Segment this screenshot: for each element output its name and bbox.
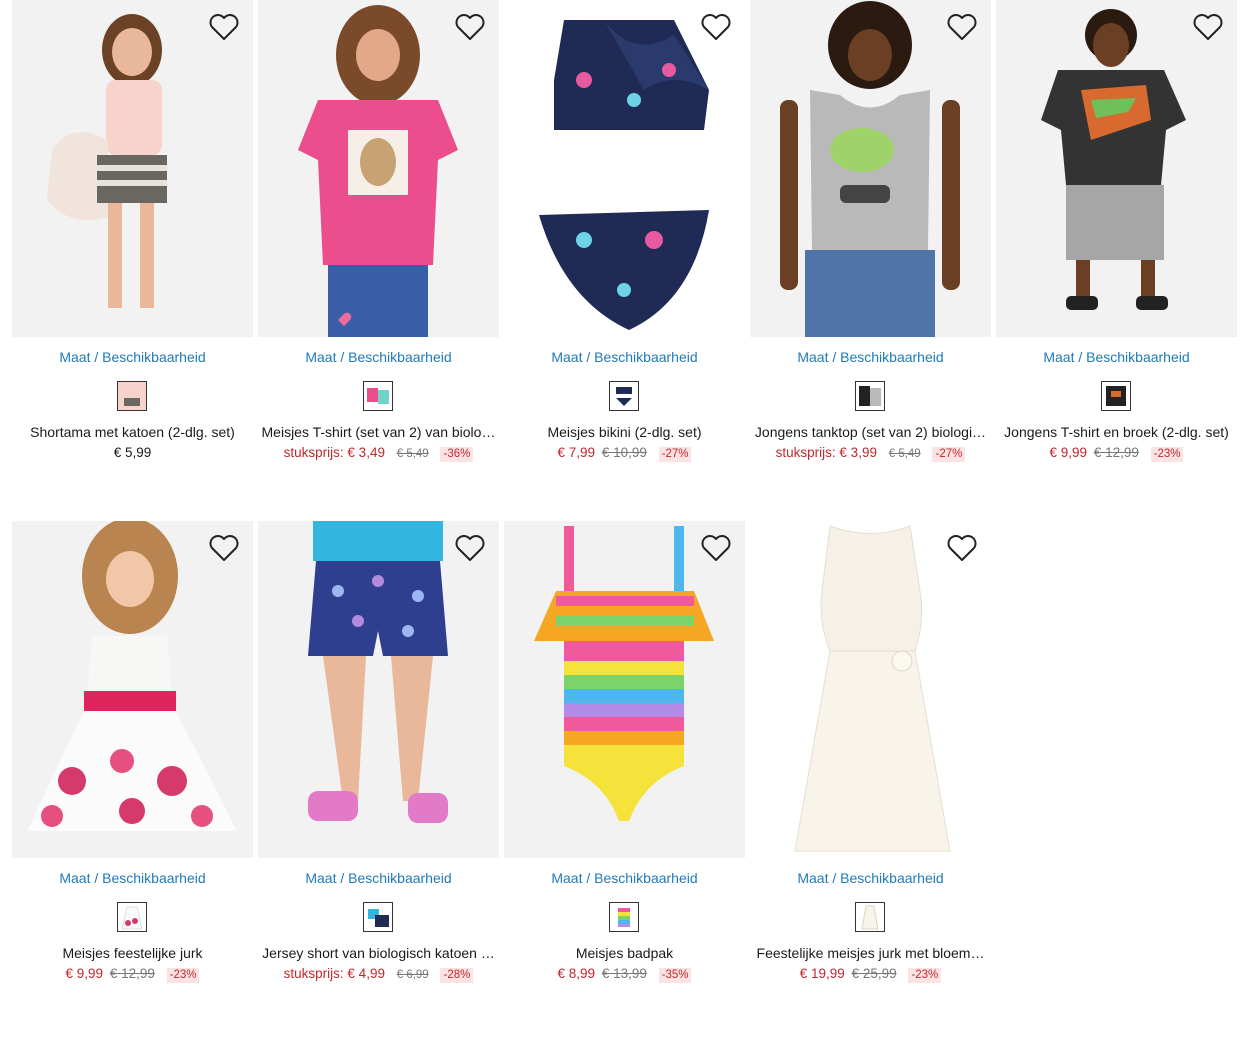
current-price: € 3,49: [347, 445, 385, 460]
product-title[interactable]: Jersey short van biologisch katoen …: [254, 945, 503, 961]
heart-icon[interactable]: [207, 10, 241, 44]
product-price: € 5,99: [12, 445, 253, 460]
unit-price-label: stuksprijs:: [283, 966, 344, 981]
current-price: € 9,99: [65, 966, 104, 981]
color-swatch[interactable]: [609, 381, 639, 411]
product-title[interactable]: Feestelijke meisjes jurk met bloem…: [746, 945, 995, 961]
current-price: € 5,99: [113, 445, 152, 460]
product-card[interactable]: Maat / Beschikbaarheid Meisjes T-shirt (…: [258, 0, 499, 490]
size-availability-link[interactable]: Maat / Beschikbaarheid: [750, 349, 991, 365]
product-price: € 9,99 € 12,99 -23%: [996, 445, 1237, 462]
product-image-shortama[interactable]: [12, 0, 253, 337]
product-title[interactable]: Shortama met katoen (2-dlg. set): [8, 424, 257, 440]
size-availability-link[interactable]: Maat / Beschikbaarheid: [504, 349, 745, 365]
current-price: € 8,99: [557, 966, 596, 981]
product-title[interactable]: Jongens tanktop (set van 2) biologi…: [746, 424, 995, 440]
product-title[interactable]: Meisjes T-shirt (set van 2) van biolo…: [254, 424, 503, 440]
size-availability-link[interactable]: Maat / Beschikbaarheid: [504, 870, 745, 886]
color-swatch[interactable]: [363, 381, 393, 411]
discount-badge: -23%: [166, 968, 200, 983]
product-card[interactable]: Maat / Beschikbaarheid Shortama met kato…: [12, 0, 253, 490]
product-price: € 7,99 € 10,99 -27%: [504, 445, 745, 462]
heart-icon[interactable]: [1191, 10, 1225, 44]
product-card[interactable]: Maat / Beschikbaarheid Meisjes badpak € …: [504, 521, 745, 1011]
product-title[interactable]: Jongens T-shirt en broek (2-dlg. set): [992, 424, 1241, 440]
product-image-badpak[interactable]: [504, 521, 745, 858]
old-price: € 6,99: [396, 969, 429, 981]
product-image-tanktop[interactable]: [750, 0, 991, 337]
old-price: € 10,99: [601, 445, 647, 460]
product-card[interactable]: Maat / Beschikbaarheid Jongens T-shirt e…: [996, 0, 1237, 490]
heart-icon[interactable]: [453, 10, 487, 44]
old-price: € 12,99: [109, 966, 155, 981]
product-price: € 8,99 € 13,99 -35%: [504, 966, 745, 983]
discount-badge: -23%: [1150, 447, 1184, 462]
current-price: € 4,99: [347, 966, 385, 981]
heart-icon[interactable]: [207, 531, 241, 565]
current-price: € 7,99: [557, 445, 596, 460]
discount-badge: -35%: [658, 968, 692, 983]
old-price: € 25,99: [851, 966, 897, 981]
product-title[interactable]: Meisjes feestelijke jurk: [8, 945, 257, 961]
size-availability-link[interactable]: Maat / Beschikbaarheid: [12, 349, 253, 365]
heart-icon[interactable]: [453, 531, 487, 565]
product-image-bikini[interactable]: [504, 0, 745, 337]
size-availability-link[interactable]: Maat / Beschikbaarheid: [996, 349, 1237, 365]
heart-icon[interactable]: [699, 531, 733, 565]
current-price: € 19,99: [799, 966, 845, 981]
size-availability-link[interactable]: Maat / Beschikbaarheid: [750, 870, 991, 886]
current-price: € 3,99: [839, 445, 877, 460]
product-card[interactable]: Maat / Beschikbaarheid Jongens tanktop (…: [750, 0, 991, 490]
unit-price-label: stuksprijs:: [775, 445, 836, 460]
old-price: € 5,49: [888, 448, 921, 460]
heart-icon[interactable]: [945, 531, 979, 565]
color-swatch[interactable]: [855, 902, 885, 932]
product-image-feestelijke-jurk[interactable]: [12, 521, 253, 858]
product-price: stuksprijs: € 4,99 € 6,99 -28%: [258, 966, 499, 983]
unit-price-label: stuksprijs:: [283, 445, 344, 460]
color-swatch[interactable]: [363, 902, 393, 932]
discount-badge: -27%: [932, 447, 966, 462]
color-swatch[interactable]: [855, 381, 885, 411]
product-card[interactable]: Maat / Beschikbaarheid Meisjes bikini (2…: [504, 0, 745, 490]
color-swatch[interactable]: [117, 902, 147, 932]
current-price: € 9,99: [1049, 445, 1088, 460]
product-price: € 19,99 € 25,99 -23%: [750, 966, 991, 983]
product-image-meisjes-jurk-bloem[interactable]: [750, 521, 991, 858]
product-card[interactable]: Maat / Beschikbaarheid Meisjes feestelij…: [12, 521, 253, 1011]
discount-badge: -23%: [908, 968, 942, 983]
product-price: stuksprijs: € 3,49 € 5,49 -36%: [258, 445, 499, 462]
discount-badge: -27%: [658, 447, 692, 462]
old-price: € 12,99: [1093, 445, 1139, 460]
size-availability-link[interactable]: Maat / Beschikbaarheid: [12, 870, 253, 886]
product-image-meisjes-tshirt[interactable]: [258, 0, 499, 337]
color-swatch[interactable]: [1101, 381, 1131, 411]
product-image-tshirt-broek[interactable]: [996, 0, 1237, 337]
heart-icon[interactable]: [945, 10, 979, 44]
discount-badge: -28%: [440, 968, 474, 983]
color-swatch[interactable]: [117, 381, 147, 411]
product-image-jersey-short[interactable]: [258, 521, 499, 858]
size-availability-link[interactable]: Maat / Beschikbaarheid: [258, 349, 499, 365]
size-availability-link[interactable]: Maat / Beschikbaarheid: [258, 870, 499, 886]
product-title[interactable]: Meisjes badpak: [500, 945, 749, 961]
old-price: € 5,49: [396, 448, 429, 460]
color-swatch[interactable]: [609, 902, 639, 932]
product-card[interactable]: Maat / Beschikbaarheid Feestelijke meisj…: [750, 521, 991, 1011]
heart-icon[interactable]: [699, 10, 733, 44]
product-card[interactable]: Maat / Beschikbaarheid Jersey short van …: [258, 521, 499, 1011]
old-price: € 13,99: [601, 966, 647, 981]
product-price: stuksprijs: € 3,99 € 5,49 -27%: [750, 445, 991, 462]
product-price: € 9,99 € 12,99 -23%: [12, 966, 253, 983]
discount-badge: -36%: [440, 447, 474, 462]
product-title[interactable]: Meisjes bikini (2-dlg. set): [500, 424, 749, 440]
